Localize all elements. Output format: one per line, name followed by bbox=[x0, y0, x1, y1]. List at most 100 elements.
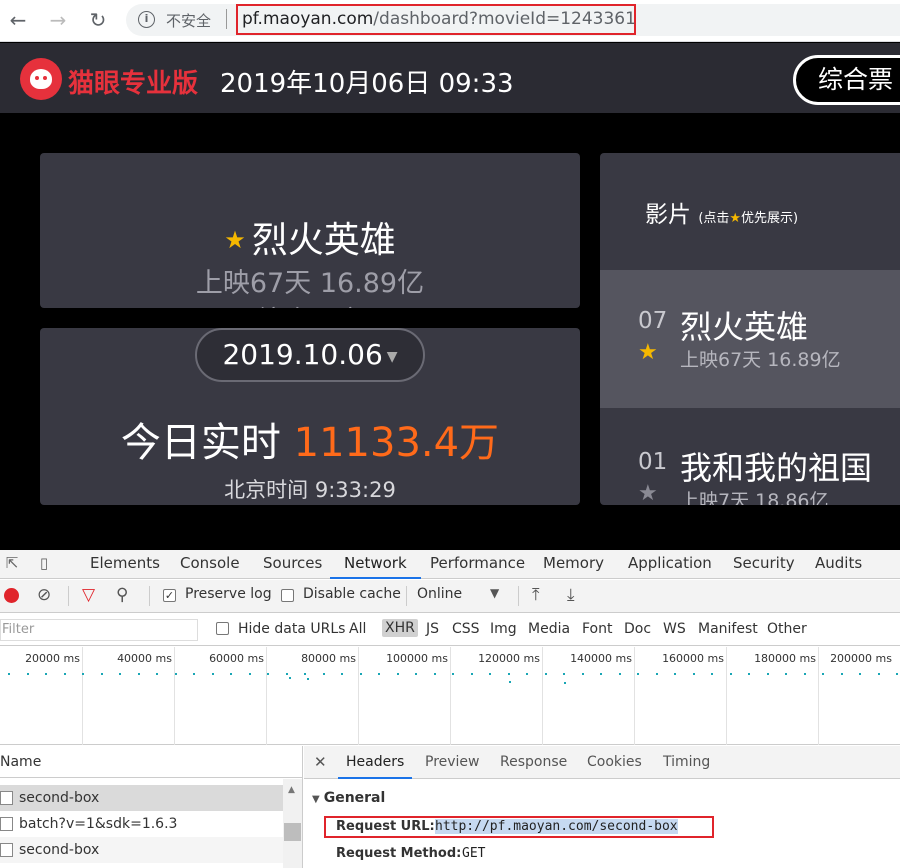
type-filter-ws[interactable]: WS bbox=[663, 621, 686, 637]
general-section-header[interactable]: ▼ General bbox=[312, 790, 385, 806]
tab-sources[interactable]: Sources bbox=[263, 550, 322, 579]
type-filter-font[interactable]: Font bbox=[582, 621, 612, 637]
inspect-element-icon[interactable]: ⇱ bbox=[2, 554, 22, 574]
type-filter-media[interactable]: Media bbox=[528, 621, 570, 637]
tab-memory[interactable]: Memory bbox=[543, 550, 604, 579]
tab-timing[interactable]: Timing bbox=[663, 746, 710, 779]
timeline-gridline bbox=[450, 647, 451, 745]
request-type-icon bbox=[0, 817, 13, 831]
date-selector[interactable]: 2019.10.06 ▼ bbox=[195, 328, 425, 382]
realtime-label: 今日实时 bbox=[120, 420, 281, 466]
box-office-mode-button[interactable]: 综合票 bbox=[793, 55, 900, 105]
back-arrow-icon[interactable]: ← bbox=[4, 6, 32, 34]
date-value: 2019.10.06 bbox=[222, 338, 383, 371]
url-host: pf.maoyan.com bbox=[242, 9, 374, 29]
tab-audits[interactable]: Audits bbox=[815, 550, 862, 579]
network-filter-bar: Filter Hide data URLs All XHR JS CSS Img… bbox=[0, 614, 900, 646]
info-icon[interactable]: i bbox=[138, 11, 155, 28]
address-separator bbox=[226, 9, 227, 29]
movie-list-panel: 影片 (点击★优先展示) 07 ★ 烈火英雄 上映67天 16.89亿 01 ★… bbox=[600, 153, 900, 505]
devtools-tab-bar: ⇱ ▯ Elements Console Sources Network Per… bbox=[0, 550, 900, 579]
type-filter-manifest[interactable]: Manifest bbox=[698, 621, 758, 637]
reload-icon[interactable]: ↻ bbox=[84, 6, 112, 34]
request-name: second-box bbox=[19, 842, 100, 858]
request-name: second-box bbox=[19, 790, 100, 806]
star-icon[interactable]: ★ bbox=[638, 481, 658, 505]
browser-toolbar: ← → ↻ i 不安全 pf.maoyan.com/dashboard?movi… bbox=[0, 0, 900, 42]
close-icon[interactable]: ✕ bbox=[314, 753, 327, 771]
request-name: batch?v=1&sdk=1.6.3 bbox=[19, 816, 178, 832]
filter-input[interactable]: Filter bbox=[0, 619, 198, 641]
movie-title: 我和我的祖国 bbox=[680, 449, 873, 487]
network-toolbar: ⊘ ▽ ⚲ ✓ Preserve log Disable cache Onlin… bbox=[0, 580, 900, 613]
movie-list-item[interactable]: 07 ★ 烈火英雄 上映67天 16.89亿 bbox=[600, 270, 900, 408]
tab-elements[interactable]: Elements bbox=[90, 550, 160, 579]
timeline-tick-label: 100000 ms bbox=[386, 652, 448, 665]
request-detail-panel: ✕ Headers Preview Response Cookies Timin… bbox=[304, 746, 900, 868]
tab-security[interactable]: Security bbox=[733, 550, 795, 579]
record-icon[interactable] bbox=[4, 588, 19, 603]
timeline-gridline bbox=[726, 647, 727, 745]
type-filter-js[interactable]: JS bbox=[426, 621, 439, 637]
url-text[interactable]: pf.maoyan.com/dashboard?movieId=1243361 bbox=[236, 4, 636, 35]
type-filter-other[interactable]: Other bbox=[767, 621, 807, 637]
tab-application[interactable]: Application bbox=[628, 550, 712, 579]
timeline-tick-label: 140000 ms bbox=[570, 652, 632, 665]
disable-cache-checkbox[interactable] bbox=[281, 589, 294, 602]
request-type-icon bbox=[0, 843, 13, 857]
star-icon[interactable]: ★ bbox=[638, 340, 658, 365]
scrollbar-thumb[interactable] bbox=[284, 823, 301, 841]
featured-movie-subtitle: 上映67天 16.89亿 bbox=[195, 268, 425, 299]
network-timeline-overview[interactable]: 20000 ms 40000 ms 60000 ms 80000 ms 1000… bbox=[0, 647, 900, 745]
request-list-scrollbar[interactable]: ▲ bbox=[283, 779, 302, 868]
type-filter-img[interactable]: Img bbox=[490, 621, 517, 637]
address-bar[interactable]: i 不安全 pf.maoyan.com/dashboard?movieId=12… bbox=[126, 4, 900, 36]
tab-cookies[interactable]: Cookies bbox=[587, 746, 642, 779]
expand-triangle-icon[interactable]: ▼ bbox=[312, 794, 320, 805]
tab-headers[interactable]: Headers bbox=[338, 746, 413, 779]
request-detail-tabs: ✕ Headers Preview Response Cookies Timin… bbox=[304, 746, 900, 779]
type-filter-doc[interactable]: Doc bbox=[624, 621, 651, 637]
tab-response[interactable]: Response bbox=[500, 746, 567, 779]
hint-pre: (点击 bbox=[698, 211, 730, 226]
search-icon[interactable]: ⚲ bbox=[116, 585, 128, 605]
hide-data-urls-checkbox[interactable] bbox=[216, 622, 229, 635]
preserve-log-checkbox[interactable]: ✓ bbox=[163, 589, 176, 602]
tab-preview[interactable]: Preview bbox=[425, 746, 480, 779]
timeline-tick-label: 120000 ms bbox=[478, 652, 540, 665]
timeline-tick-label: 60000 ms bbox=[209, 652, 264, 665]
clear-icon[interactable]: ⊘ bbox=[37, 585, 51, 605]
type-filter-xhr[interactable]: XHR bbox=[382, 619, 418, 637]
name-column-header[interactable]: Name bbox=[0, 746, 303, 778]
export-har-icon[interactable]: ⤓ bbox=[567, 585, 575, 605]
timeline-gridline bbox=[174, 647, 175, 745]
brand-name: 猫眼专业版 bbox=[68, 69, 199, 99]
caret-down-icon[interactable]: ▼ bbox=[490, 586, 499, 600]
request-method-key: Request Method: bbox=[336, 846, 462, 861]
table-row[interactable]: second-box bbox=[0, 837, 283, 863]
type-filter-all[interactable]: All bbox=[349, 621, 366, 637]
throttle-select[interactable]: Online bbox=[417, 586, 462, 602]
hint-post: 优先展示) bbox=[741, 211, 799, 226]
toolbar-divider bbox=[149, 586, 150, 606]
request-url-value[interactable]: http://pf.maoyan.com/second-box bbox=[435, 819, 678, 834]
dashboard-main: ★烈火英雄 上映67天 16.89亿 综合票房 2019.10.06▼ 今日实时… bbox=[0, 113, 900, 550]
table-row[interactable]: second-box bbox=[0, 785, 283, 811]
movie-stats: 上映7天 18.86亿 bbox=[680, 490, 829, 505]
device-toolbar-icon[interactable]: ▯ bbox=[34, 554, 54, 574]
type-filter-css[interactable]: CSS bbox=[452, 621, 480, 637]
insecure-label: 不安全 bbox=[166, 12, 212, 30]
movie-rank: 01 bbox=[638, 449, 668, 475]
table-row[interactable]: batch?v=1&sdk=1.6.3 bbox=[0, 811, 283, 837]
import-har-icon[interactable]: ⤒ bbox=[532, 585, 540, 605]
filter-icon[interactable]: ▽ bbox=[82, 585, 95, 605]
tab-network[interactable]: Network bbox=[330, 550, 421, 579]
scroll-up-icon[interactable]: ▲ bbox=[288, 785, 295, 795]
header-datetime: 2019年10月06日 09:33 bbox=[220, 69, 514, 99]
request-url-key: Request URL: bbox=[336, 819, 435, 834]
forward-arrow-icon[interactable]: → bbox=[44, 6, 72, 34]
tab-performance[interactable]: Performance bbox=[430, 550, 525, 579]
movie-list-item[interactable]: 01 ★ 我和我的祖国 上映7天 18.86亿 bbox=[600, 411, 900, 505]
tab-console[interactable]: Console bbox=[180, 550, 240, 579]
timeline-tick-label: 180000 ms bbox=[754, 652, 816, 665]
